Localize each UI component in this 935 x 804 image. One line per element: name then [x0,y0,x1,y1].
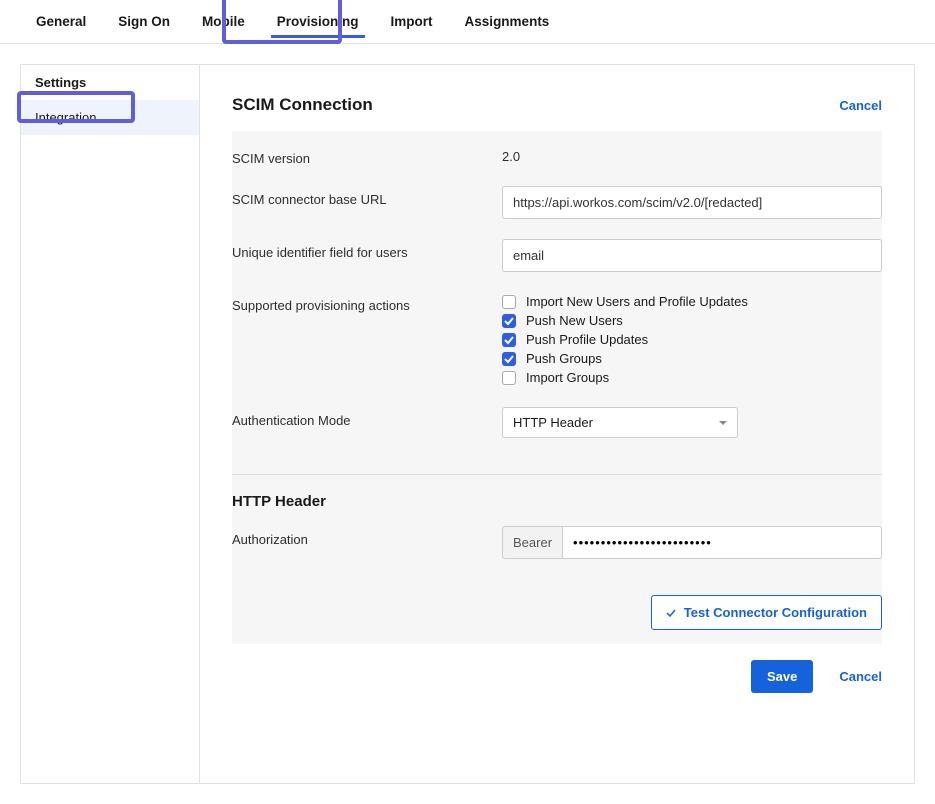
checkbox-label: Import Groups [526,370,609,385]
tab-label: General [36,14,86,29]
form-section: SCIM version 2.0 SCIM connector base URL… [232,131,882,644]
action-push-groups: Push Groups [502,349,882,368]
sidebar-item-settings[interactable]: Settings [21,65,199,100]
label-authorization: Authorization [232,526,502,547]
input-uid[interactable] [502,239,882,272]
action-push-new-users: Push New Users [502,311,882,330]
content-panel: Settings Integration SCIM Connection Can… [20,64,915,784]
checkbox-push-profile-updates[interactable] [502,333,516,347]
test-connector-button[interactable]: Test Connector Configuration [651,595,882,630]
cancel-button[interactable]: Cancel [839,669,882,684]
chevron-down-icon [719,421,727,425]
row-base-url: SCIM connector base URL [232,176,882,229]
sidebar-item-integration[interactable]: Integration [21,100,199,135]
tab-general[interactable]: General [20,0,102,43]
tab-sign-on[interactable]: Sign On [102,0,186,43]
row-scim-version: SCIM version 2.0 [232,131,882,176]
main-panel: SCIM Connection Cancel SCIM version 2.0 … [200,65,914,783]
checkbox-import-new-users[interactable] [502,295,516,309]
checkbox-label: Import New Users and Profile Updates [526,294,748,309]
tab-import[interactable]: Import [375,0,449,43]
auth-prefix: Bearer [502,526,562,559]
select-value: HTTP Header [513,415,593,430]
button-label: Test Connector Configuration [684,605,867,620]
row-authorization: Authorization Bearer [232,516,882,569]
tab-assignments[interactable]: Assignments [449,0,566,43]
tab-mobile[interactable]: Mobile [186,0,261,43]
checkbox-label: Push Groups [526,351,602,366]
tab-provisioning[interactable]: Provisioning [261,0,375,43]
sidebar: Settings Integration [21,65,200,783]
tab-label: Mobile [202,14,245,29]
label-scim-version: SCIM version [232,145,502,166]
cancel-link[interactable]: Cancel [839,98,882,113]
button-label: Save [767,669,797,684]
tab-label: Import [391,14,433,29]
input-base-url[interactable] [502,186,882,219]
row-auth-mode: Authentication Mode HTTP Header [232,397,882,456]
label-uid: Unique identifier field for users [232,239,502,260]
action-push-profile-updates: Push Profile Updates [502,330,882,349]
select-auth-mode[interactable]: HTTP Header [502,407,738,438]
http-header-title: HTTP Header [232,475,882,516]
top-tabs: General Sign On Mobile Provisioning Impo… [0,0,935,44]
label-base-url: SCIM connector base URL [232,186,502,207]
checkbox-import-groups[interactable] [502,371,516,385]
sidebar-item-label: Settings [35,75,86,90]
checkbox-push-new-users[interactable] [502,314,516,328]
row-actions: Supported provisioning actions Import Ne… [232,282,882,397]
test-row: Test Connector Configuration [232,569,882,644]
action-import-new-users: Import New Users and Profile Updates [502,292,882,311]
tab-label: Assignments [465,14,550,29]
checkbox-push-groups[interactable] [502,352,516,366]
panel-title: SCIM Connection [232,95,373,115]
checkbox-label: Push New Users [526,313,623,328]
panel-header: SCIM Connection Cancel [200,65,914,131]
label-auth-mode: Authentication Mode [232,407,502,428]
action-import-groups: Import Groups [502,368,882,387]
sidebar-item-label: Integration [35,110,96,125]
label-actions: Supported provisioning actions [232,292,502,313]
save-button[interactable]: Save [751,660,813,693]
value-scim-version: 2.0 [502,145,882,164]
check-icon [666,608,676,618]
tab-label: Sign On [118,14,170,29]
row-uid: Unique identifier field for users [232,229,882,282]
input-bearer-token[interactable] [573,535,871,550]
tab-label: Provisioning [277,14,359,29]
auth-input-group: Bearer [502,526,882,559]
footer-actions: Save Cancel [200,644,914,693]
checkbox-label: Push Profile Updates [526,332,648,347]
